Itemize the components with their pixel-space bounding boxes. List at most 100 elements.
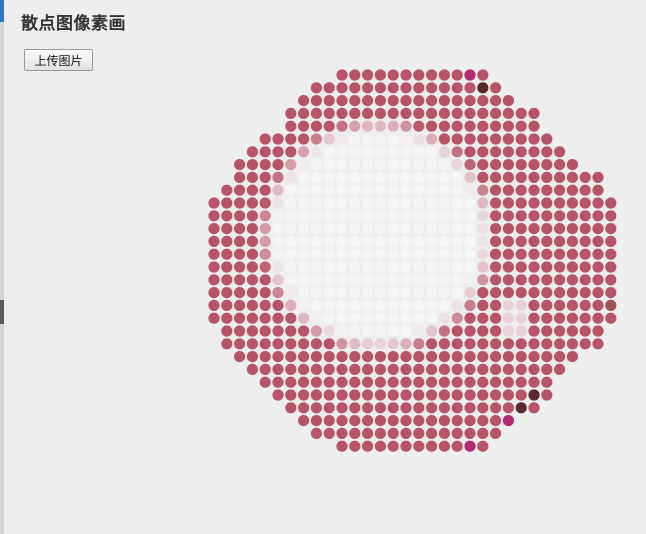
pixel-dot bbox=[528, 223, 540, 235]
pixel-dot bbox=[490, 376, 502, 388]
pixel-dot bbox=[387, 133, 399, 145]
pixel-dot bbox=[477, 402, 489, 414]
pixel-dot bbox=[400, 133, 412, 145]
pixel-dot bbox=[413, 415, 425, 427]
pixel-dot bbox=[451, 299, 463, 311]
pixel-dot bbox=[285, 402, 297, 414]
pixel-dot bbox=[246, 210, 258, 222]
pixel-dot bbox=[387, 402, 399, 414]
pixel-dot bbox=[323, 133, 335, 145]
pixel-dot bbox=[234, 197, 246, 209]
pixel-dot bbox=[566, 171, 578, 183]
pixel-dot bbox=[464, 351, 476, 363]
pixel-dot bbox=[438, 325, 450, 337]
pixel-dot bbox=[374, 146, 386, 158]
pixel-dot bbox=[413, 440, 425, 452]
pixel-dot bbox=[438, 69, 450, 81]
pixel-dot bbox=[400, 440, 412, 452]
pixel-dot bbox=[477, 274, 489, 286]
pixel-dot bbox=[451, 338, 463, 350]
pixel-dot bbox=[554, 287, 566, 299]
pixel-dot bbox=[426, 363, 438, 375]
pixel-dot bbox=[285, 159, 297, 171]
pixel-dot bbox=[426, 299, 438, 311]
pixel-dot bbox=[349, 248, 361, 260]
pixel-dot bbox=[528, 146, 540, 158]
pixel-dot bbox=[285, 197, 297, 209]
pixel-dot bbox=[349, 427, 361, 439]
pixel-dot bbox=[400, 299, 412, 311]
pixel-dot bbox=[298, 402, 310, 414]
pixel-dot bbox=[234, 223, 246, 235]
pixel-dot bbox=[336, 274, 348, 286]
pixel-dot bbox=[426, 338, 438, 350]
pixel-dot bbox=[246, 338, 258, 350]
pixel-dot bbox=[272, 223, 284, 235]
pixel-dot bbox=[477, 299, 489, 311]
pixel-dot bbox=[464, 389, 476, 401]
pixel-dot bbox=[285, 376, 297, 388]
pixel-dot bbox=[426, 133, 438, 145]
pixel-dot bbox=[349, 389, 361, 401]
pixel-dot bbox=[310, 82, 322, 94]
pixel-dot bbox=[477, 415, 489, 427]
pixel-dot bbox=[579, 287, 591, 299]
pixel-dot bbox=[502, 107, 514, 119]
pixel-dot bbox=[541, 299, 553, 311]
pixel-dot bbox=[502, 299, 514, 311]
pixel-dot bbox=[490, 415, 502, 427]
pixel-dot bbox=[528, 261, 540, 273]
pixel-dot bbox=[528, 184, 540, 196]
pixel-dot bbox=[323, 171, 335, 183]
pixel-dot bbox=[464, 363, 476, 375]
pixel-dot bbox=[310, 146, 322, 158]
pixel-dot bbox=[541, 133, 553, 145]
pixel-dot bbox=[528, 338, 540, 350]
pixel-dot bbox=[310, 402, 322, 414]
pixel-dot bbox=[310, 120, 322, 132]
pixel-dot bbox=[285, 261, 297, 273]
pixel-dot bbox=[592, 223, 604, 235]
pixel-dot bbox=[374, 274, 386, 286]
pixel-dot bbox=[400, 248, 412, 260]
pixel-dot bbox=[336, 69, 348, 81]
pixel-dot bbox=[490, 287, 502, 299]
pixel-dot bbox=[336, 82, 348, 94]
upload-image-button[interactable]: 上传图片 bbox=[24, 49, 93, 71]
pixel-dot bbox=[374, 95, 386, 107]
pixel-dot bbox=[554, 184, 566, 196]
pixel-dot bbox=[400, 389, 412, 401]
pixel-dot bbox=[362, 338, 374, 350]
pixel-dot bbox=[451, 325, 463, 337]
pixel-dot bbox=[515, 261, 527, 273]
pixel-dot bbox=[592, 210, 604, 222]
pixel-dot bbox=[490, 389, 502, 401]
pixel-dot bbox=[490, 146, 502, 158]
pixel-dot bbox=[426, 69, 438, 81]
pixel-dot bbox=[554, 146, 566, 158]
pixel-dot bbox=[374, 338, 386, 350]
pixel-dot bbox=[413, 69, 425, 81]
pixel-dot bbox=[541, 351, 553, 363]
pixel-dot bbox=[502, 351, 514, 363]
pixel-dot bbox=[298, 248, 310, 260]
pixel-dot bbox=[387, 376, 399, 388]
pixel-dot bbox=[310, 133, 322, 145]
pixel-dot bbox=[413, 248, 425, 260]
pixel-dot bbox=[349, 159, 361, 171]
pixel-dot bbox=[451, 159, 463, 171]
pixel-dot bbox=[464, 325, 476, 337]
pixel-dot bbox=[413, 223, 425, 235]
pixel-dot bbox=[387, 415, 399, 427]
pixel-dot bbox=[234, 299, 246, 311]
pixel-dot bbox=[490, 184, 502, 196]
pixel-dot bbox=[592, 184, 604, 196]
pixel-dot bbox=[336, 376, 348, 388]
pixel-dot bbox=[259, 376, 271, 388]
pixel-dot bbox=[298, 171, 310, 183]
pixel-dot bbox=[387, 325, 399, 337]
pixel-dot bbox=[451, 261, 463, 273]
pixel-dot bbox=[310, 415, 322, 427]
pixel-dot bbox=[285, 210, 297, 222]
pixel-dot bbox=[374, 299, 386, 311]
